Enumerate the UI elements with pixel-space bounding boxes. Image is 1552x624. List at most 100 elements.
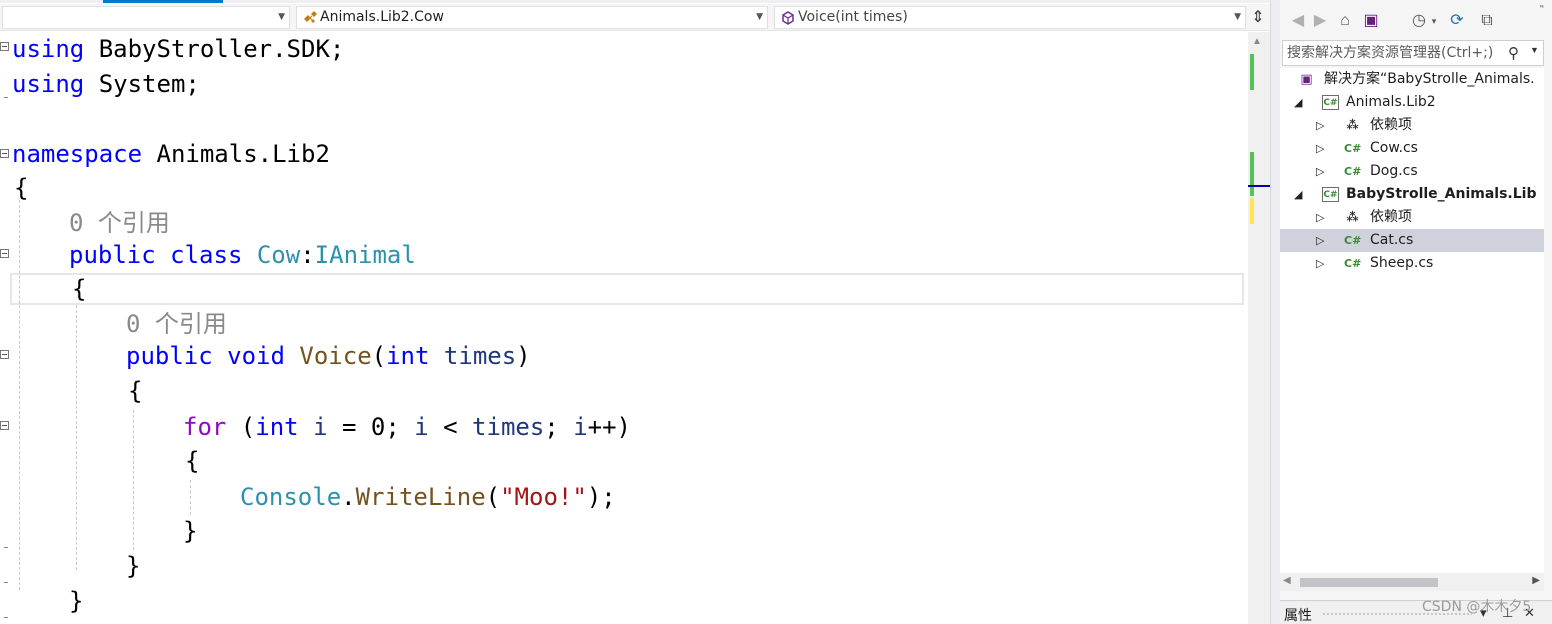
tree-horizontal-scrollbar[interactable]: ◀ ▶ <box>1280 573 1544 591</box>
collapse-icon[interactable] <box>0 421 9 430</box>
code-line-for: for (int i = 0; i < times; i++) <box>183 413 632 441</box>
caret-position-marker <box>1248 185 1270 187</box>
properties-title: 属性 <box>1284 608 1312 624</box>
change-marker <box>1250 54 1254 90</box>
fold-end-tick <box>4 582 8 583</box>
csharp-project-icon: C# <box>1322 187 1339 202</box>
code-line-brace: { <box>72 275 87 303</box>
code-area[interactable]: using BabyStroller.SDK; using System; na… <box>12 32 1247 624</box>
csharp-project-icon: C# <box>1322 95 1339 110</box>
collapse-icon[interactable] <box>0 249 9 258</box>
outlining-margin <box>0 32 12 624</box>
tree-item-label: 依赖项 <box>1370 117 1412 133</box>
document-tab-strip <box>0 0 1270 3</box>
switch-views-icon[interactable]: ▣ <box>1360 10 1382 32</box>
type-dropdown[interactable]: Animals.Lib2.Cow ▼ <box>296 6 768 29</box>
split-window-icon[interactable]: ⇕ <box>1249 8 1267 28</box>
home-icon[interactable]: ⌂ <box>1334 10 1356 32</box>
codelens-references[interactable]: 0 个引用 <box>69 207 170 239</box>
code-line-method: public void Voice(int times) <box>126 342 531 370</box>
tree-item-label: BabyStrolle_Animals.Lib <box>1346 186 1537 202</box>
tree-item-label: 解决方案“BabyStrolle_Animals. <box>1324 71 1535 87</box>
chevron-down-icon: ▼ <box>756 12 763 22</box>
pending-changes-icon[interactable]: ◷ <box>1408 10 1430 32</box>
chevron-down-icon[interactable]: ▾ <box>1428 10 1440 32</box>
collapse-icon[interactable] <box>0 149 9 158</box>
code-editor[interactable]: ▼ Animals.Lib2.Cow ▼ Voice(int times) ▼ … <box>0 0 1270 624</box>
tree-item-label: Animals.Lib2 <box>1346 94 1436 110</box>
tree-item-dependencies[interactable]: ▷ ⁂ 依赖项 <box>1280 114 1544 137</box>
sync-icon[interactable]: ⟳ <box>1446 10 1468 32</box>
solution-search-box[interactable]: ⚲ ▼ <box>1282 40 1544 66</box>
solution-explorer-toolbar: ◀ ▶ ⌂ ▣ ◷ ▾ ⟳ ⧉ '‘ <box>1280 0 1552 40</box>
tree-item-label: Cat.cs <box>1370 232 1414 248</box>
solution-icon: ▣ <box>1300 72 1313 87</box>
tree-item-file[interactable]: ▷ C# Dog.cs <box>1280 160 1544 183</box>
forward-icon[interactable]: ▶ <box>1310 10 1330 32</box>
chevron-down-icon[interactable]: ▼ <box>1530 45 1539 55</box>
project-dropdown[interactable]: ▼ <box>2 6 290 29</box>
scroll-up-icon[interactable]: ▲ <box>1252 36 1262 47</box>
tree-item-file[interactable]: ▷ C# Sheep.cs <box>1280 252 1544 275</box>
csharp-file-icon: C# <box>1344 142 1362 155</box>
tree-item-label: Sheep.cs <box>1370 255 1434 271</box>
watermark: CSDN @木木夕5 <box>1422 599 1532 615</box>
collapsed-arrow-icon[interactable]: ▷ <box>1316 160 1324 183</box>
collapsed-arrow-icon[interactable]: ▷ <box>1316 114 1324 137</box>
dependencies-icon: ⁂ <box>1346 118 1359 132</box>
scroll-right-icon[interactable]: ▶ <box>1532 575 1540 586</box>
tree-item-project[interactable]: ◢ C# Animals.Lib2 <box>1280 91 1544 114</box>
panel-splitter[interactable] <box>1270 0 1280 624</box>
active-tab-indicator[interactable] <box>103 0 223 3</box>
expanded-arrow-icon[interactable]: ◢ <box>1294 183 1302 206</box>
tree-item-file-selected[interactable]: ▷ C# Cat.cs <box>1280 229 1544 252</box>
navigation-bar: ▼ Animals.Lib2.Cow ▼ Voice(int times) ▼ … <box>0 4 1270 31</box>
tree-item-dependencies[interactable]: ▷ ⁂ 依赖项 <box>1280 206 1544 229</box>
solution-tree[interactable]: ▣ 解决方案“BabyStrolle_Animals. ◢ C# Animals… <box>1280 68 1544 573</box>
fold-end-tick <box>4 617 8 618</box>
code-line-brace: } <box>183 517 198 545</box>
csharp-file-icon: C# <box>1344 257 1362 270</box>
code-line-brace: { <box>14 174 29 202</box>
dependencies-icon: ⁂ <box>1346 210 1359 224</box>
scrollbar-thumb[interactable] <box>1300 578 1438 587</box>
method-icon <box>782 11 794 25</box>
code-line-brace: { <box>185 447 200 475</box>
tree-item-solution[interactable]: ▣ 解决方案“BabyStrolle_Animals. <box>1280 68 1544 91</box>
scroll-left-icon[interactable]: ◀ <box>1283 575 1291 586</box>
code-line-1: using BabyStroller.SDK; <box>12 35 345 63</box>
tree-item-label: Cow.cs <box>1370 140 1418 156</box>
code-line-brace: } <box>69 587 84 615</box>
code-line-brace: } <box>126 552 141 580</box>
tree-item-project[interactable]: ◢ C# BabyStrolle_Animals.Lib <box>1280 183 1544 206</box>
code-line-writeline: Console.WriteLine("Moo!"); <box>240 483 616 511</box>
code-line-2: using System; <box>12 70 200 98</box>
codelens-references[interactable]: 0 个引用 <box>126 308 227 340</box>
change-marker <box>1250 152 1254 196</box>
collapse-icon[interactable] <box>0 42 9 51</box>
collapsed-arrow-icon[interactable]: ▷ <box>1316 206 1324 229</box>
search-input[interactable] <box>1287 43 1505 63</box>
tree-item-file[interactable]: ▷ C# Cow.cs <box>1280 137 1544 160</box>
class-icon <box>304 11 317 23</box>
unsaved-change-marker <box>1250 198 1254 224</box>
code-line-brace: { <box>128 377 143 405</box>
search-icon[interactable]: ⚲ <box>1508 44 1519 62</box>
overflow-icon[interactable]: '‘ <box>1540 4 1544 15</box>
tree-vertical-scrollbar[interactable] <box>1544 68 1552 591</box>
editor-vertical-scrollbar[interactable]: ▲ <box>1248 32 1270 624</box>
code-line-class: public class Cow:IAnimal <box>69 241 416 269</box>
collapsed-arrow-icon[interactable]: ▷ <box>1316 137 1324 160</box>
member-dropdown-value: Voice(int times) <box>798 9 908 25</box>
code-line-namespace: namespace Animals.Lib2 <box>12 140 330 168</box>
fold-end-tick <box>4 547 8 548</box>
back-icon[interactable]: ◀ <box>1288 10 1308 32</box>
csharp-file-icon: C# <box>1344 234 1362 247</box>
collapse-all-icon[interactable]: ⧉ <box>1476 10 1498 32</box>
fold-end-tick <box>4 97 8 98</box>
member-dropdown[interactable]: Voice(int times) ▼ <box>774 6 1246 29</box>
collapsed-arrow-icon[interactable]: ▷ <box>1316 252 1324 275</box>
collapsed-arrow-icon[interactable]: ▷ <box>1316 229 1324 252</box>
collapse-icon[interactable] <box>0 350 9 359</box>
expanded-arrow-icon[interactable]: ◢ <box>1294 91 1302 114</box>
